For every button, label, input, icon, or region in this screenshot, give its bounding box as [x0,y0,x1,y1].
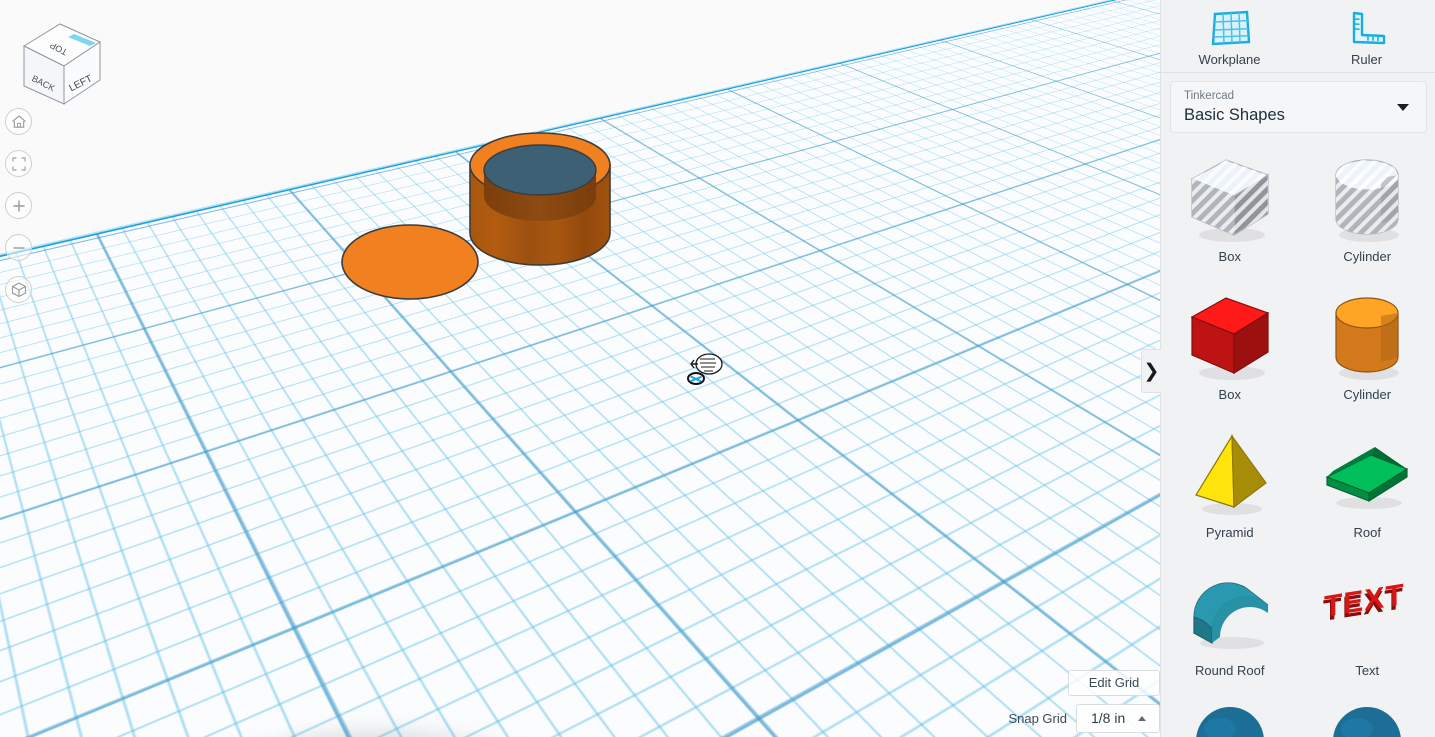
grab-hand-cursor [690,352,724,378]
text-shape-icon: TEXT TEXT [1319,565,1415,661]
shapes-panel: ❯ Workplane Ruler Tinkercad Basic Shapes [1160,0,1435,737]
roof-icon [1319,427,1415,523]
ruler-tool-label: Ruler [1351,52,1382,67]
shape-item-pyramid-4[interactable]: Pyramid [1161,421,1299,559]
shape-item-sphere-8[interactable] [1161,697,1299,737]
snap-grid-row: Snap Grid 1/8 in [1008,704,1160,733]
shape-item-label: Cylinder [1343,249,1391,264]
chevron-down-icon [1397,104,1409,111]
shape-item-text-7[interactable]: TEXT TEXT Text [1299,559,1435,697]
axis-x [0,0,1160,424]
box-hole-icon [1182,151,1278,247]
shape-item-label: Round Roof [1195,663,1264,678]
sphere-icon-2 [1319,703,1415,737]
edit-grid-button[interactable]: Edit Grid [1068,670,1160,696]
home-view-button[interactable] [5,108,32,135]
workplane-tool[interactable]: Workplane [1161,0,1298,72]
workplane-icon [1209,10,1251,48]
svg-text:TEXT: TEXT [1324,578,1405,624]
zoom-in-button[interactable] [5,192,32,219]
plus-icon [12,199,26,213]
shape-item-label: Box [1219,249,1241,264]
workplane-container: Tinkercad [0,0,1160,737]
cylinder-solid-icon [1319,289,1415,385]
shape-grid: Box Cylinder Box Cylinder Pyramid Roof R… [1161,145,1435,737]
shape-item-box-2[interactable]: Box [1161,283,1299,421]
zoom-out-button[interactable] [5,234,32,261]
home-icon [11,115,26,129]
projection-toggle-button[interactable] [5,276,32,303]
ruler-icon [1346,10,1388,48]
shape-item-box-0[interactable]: Box [1161,145,1299,283]
workplane-grid[interactable]: Tinkercad [0,0,1160,737]
cylinder-hole-icon [1319,151,1415,247]
grid-controls: Edit Grid Snap Grid 1/8 in [1008,670,1160,733]
shape-item-label: Roof [1354,525,1381,540]
panel-collapse-button[interactable]: ❯ [1141,349,1161,393]
workplane-tool-label: Workplane [1199,52,1261,67]
shape-collection-vendor: Tinkercad [1184,90,1234,102]
fit-view-button[interactable] [5,150,32,177]
view-cube[interactable]: TOP BACK LEFT [12,12,112,112]
box-solid-icon [1182,289,1278,385]
ruler-tool[interactable]: Ruler [1298,0,1435,72]
shape-collection-select[interactable]: Tinkercad Basic Shapes [1170,81,1427,133]
shape-item-round-roof-6[interactable]: Round Roof [1161,559,1299,697]
shape-item-roof-5[interactable]: Roof [1299,421,1435,559]
panel-toolbar: Workplane Ruler [1161,0,1435,73]
cube-projection-icon [11,282,26,298]
shape-item-label: Text [1355,663,1379,678]
shape-item-sphere-9[interactable] [1299,697,1435,737]
pyramid-icon [1182,427,1278,523]
chevron-up-icon [1138,716,1146,721]
viewport-nav-buttons [5,108,33,318]
fit-to-view-icon [12,157,26,171]
snap-grid-select[interactable]: 1/8 in [1076,704,1160,733]
shape-item-label: Pyramid [1206,525,1254,540]
shape-item-label: Box [1219,387,1241,402]
shape-item-cylinder-1[interactable]: Cylinder [1299,145,1435,283]
shape-collection-name: Basic Shapes [1184,106,1285,125]
shadow-orange-disc [0,634,983,737]
round-roof-icon [1182,565,1278,661]
snap-grid-value: 1/8 in [1091,710,1125,726]
minus-icon [12,241,26,255]
shape-item-label: Cylinder [1343,387,1391,402]
viewport-3d[interactable]: Tinkercad TOP BACK LEFT Edit Grid Snap G… [0,0,1160,737]
shape-item-cylinder-3[interactable]: Cylinder [1299,283,1435,421]
workplane-watermark: Tinkercad [1128,73,1160,334]
sphere-icon [1182,703,1278,737]
snap-grid-label: Snap Grid [1008,711,1067,726]
